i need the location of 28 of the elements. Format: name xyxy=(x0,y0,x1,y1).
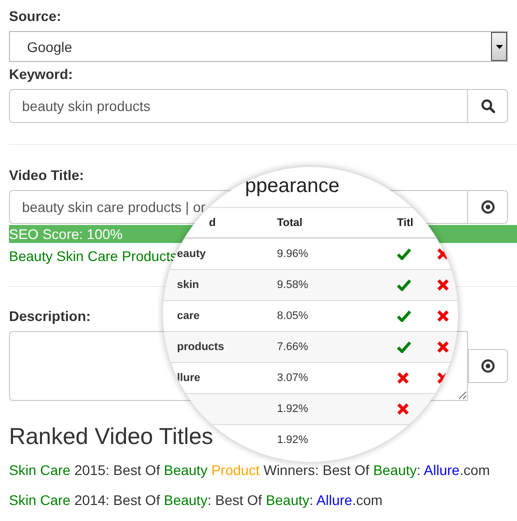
field-label: Keyword: xyxy=(9,65,73,84)
keyword-cell: llure xyxy=(177,372,200,384)
keyword-cell: products xyxy=(177,341,224,353)
percent-cell: 3.07% xyxy=(277,372,308,384)
keyword-cell: eauty xyxy=(177,248,206,260)
section-heading: Ranked Video Titles xyxy=(9,423,214,449)
percent-cell: 9.58% xyxy=(277,279,308,291)
percent-cell: 1.92% xyxy=(277,403,308,415)
title-suggestion: Beauty Skin Care Products xyxy=(9,247,178,266)
target-button[interactable] xyxy=(468,190,508,224)
field-label: Description: xyxy=(9,307,91,326)
percent-cell: 1.92% xyxy=(277,434,308,446)
percent-cell: 9.96% xyxy=(277,248,308,260)
percent-cell: 8.05% xyxy=(277,310,308,322)
target-icon xyxy=(481,359,495,373)
search-icon xyxy=(480,99,494,113)
keyword-field[interactable]: beauty skin products xyxy=(9,89,468,123)
percent-cell: 7.66% xyxy=(277,341,308,353)
keyword-cell: skin xyxy=(177,279,200,291)
field-label: Video Title: xyxy=(9,166,84,185)
source-select[interactable]: Google xyxy=(9,31,508,62)
ranked-title: Skin Care 2014: Best Of Beauty: Best Of Beauty: Allure.com xyxy=(9,491,383,509)
ranked-title: Skin Care 2015: Best Of Beauty Product Winners: Best Of Beauty: Allure.com xyxy=(9,461,490,479)
target-icon xyxy=(480,200,494,214)
keyword-cell: care xyxy=(177,310,200,322)
search-button[interactable] xyxy=(468,89,508,123)
field-label: Source: xyxy=(9,7,62,26)
target-button[interactable] xyxy=(468,349,508,383)
